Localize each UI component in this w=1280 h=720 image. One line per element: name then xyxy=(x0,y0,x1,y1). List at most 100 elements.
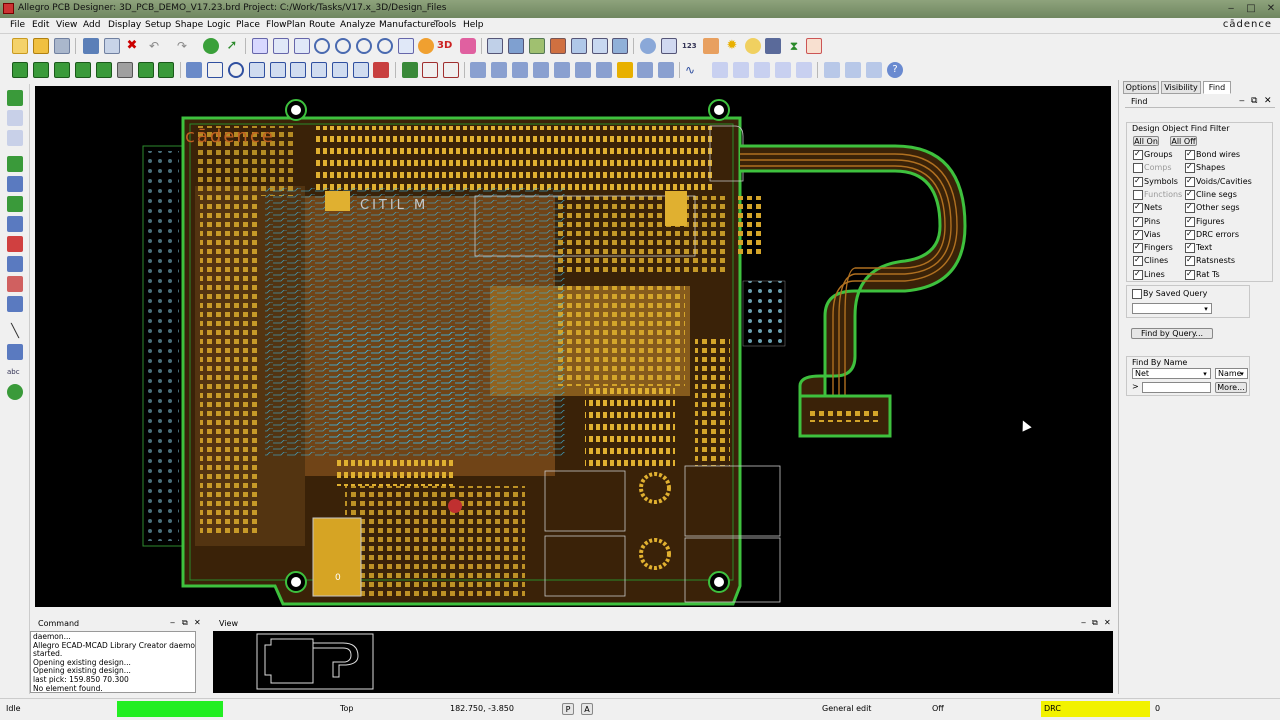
custom-smooth-icon[interactable] xyxy=(96,62,112,78)
filter-drc-errors-checkbox[interactable]: DRC errors xyxy=(1185,228,1239,240)
by-saved-query-checkbox[interactable]: By Saved Query xyxy=(1132,288,1207,299)
refresh-icon[interactable] xyxy=(418,38,434,54)
table-icon[interactable] xyxy=(592,38,608,54)
left-tool-3-icon[interactable] xyxy=(7,130,23,146)
route-icon-4[interactable] xyxy=(775,62,791,78)
window-icon-1[interactable] xyxy=(824,62,840,78)
window-icon-3[interactable] xyxy=(866,62,882,78)
filter-ratsnests-checkbox[interactable]: Ratsnests xyxy=(1185,254,1235,267)
save-icon[interactable] xyxy=(54,38,70,54)
bars-icon[interactable] xyxy=(765,38,781,54)
menu-logic[interactable]: Logic xyxy=(207,20,231,30)
left-tool-4-icon[interactable] xyxy=(7,156,23,172)
monitor-icon[interactable] xyxy=(612,38,628,54)
left-tool-15-icon[interactable] xyxy=(7,384,23,400)
hourglass-icon[interactable]: ⧗ xyxy=(786,38,802,54)
route-icon-3[interactable] xyxy=(754,62,770,78)
left-tool-7-icon[interactable] xyxy=(7,216,23,232)
command-float-icon[interactable]: ⧉ xyxy=(182,618,188,628)
shape-manual-icon[interactable] xyxy=(332,62,348,78)
cline-icon[interactable] xyxy=(138,62,154,78)
zoom-center-icon[interactable] xyxy=(398,38,414,54)
menu-help[interactable]: Help xyxy=(463,20,484,30)
shape-void-icon[interactable] xyxy=(270,62,286,78)
rect-tool-icon[interactable] xyxy=(7,344,23,360)
route-icon-1[interactable] xyxy=(712,62,728,78)
maximize-button[interactable]: □ xyxy=(1242,2,1260,16)
report-icon[interactable] xyxy=(571,38,587,54)
filter-vias-checkbox[interactable]: Vias xyxy=(1133,228,1161,240)
menu-view[interactable]: View xyxy=(56,20,77,30)
layout-icon[interactable] xyxy=(487,38,503,54)
shape-status-icon[interactable] xyxy=(373,62,389,78)
menu-add[interactable]: Add xyxy=(83,20,100,30)
left-tool-6-icon[interactable] xyxy=(7,196,23,212)
filter-pins-checkbox[interactable]: Pins xyxy=(1133,215,1160,227)
tab-visibility[interactable]: Visibility xyxy=(1161,81,1201,94)
sun-icon[interactable]: ✹ xyxy=(724,38,740,54)
flow-icon-8[interactable] xyxy=(617,62,633,78)
fanout-icon[interactable] xyxy=(158,62,174,78)
filter-text-checkbox[interactable]: Text xyxy=(1185,241,1212,254)
etch-edit-icon[interactable] xyxy=(12,62,28,78)
zoom-fit-icon[interactable] xyxy=(273,38,289,54)
brush-icon[interactable] xyxy=(703,38,719,54)
menu-place[interactable]: Place xyxy=(236,20,260,30)
left-tool-8-icon[interactable] xyxy=(7,236,23,252)
window-icon-2[interactable] xyxy=(845,62,861,78)
dimension-icon[interactable] xyxy=(422,62,438,78)
shapes-icon[interactable] xyxy=(550,38,566,54)
menu-route[interactable]: Route xyxy=(309,20,335,30)
bulb-icon[interactable] xyxy=(745,38,761,54)
redo-icon[interactable]: ↷ xyxy=(174,38,190,54)
left-tool-5-icon[interactable] xyxy=(7,176,23,192)
command-close-icon[interactable]: ✕ xyxy=(194,618,201,627)
all-off-button[interactable]: All Off xyxy=(1170,136,1197,146)
flow-icon-4[interactable] xyxy=(533,62,549,78)
shape-select-icon[interactable] xyxy=(249,62,265,78)
info-icon[interactable] xyxy=(640,38,656,54)
delete-icon[interactable]: ✖ xyxy=(124,38,140,54)
name-input[interactable] xyxy=(1142,382,1211,393)
shape-merge-icon[interactable] xyxy=(311,62,327,78)
menu-file[interactable]: File xyxy=(10,20,25,30)
absolute-button[interactable]: A xyxy=(581,703,593,715)
filter-shapes-checkbox[interactable]: Shapes xyxy=(1185,161,1225,174)
all-on-button[interactable]: All On xyxy=(1133,136,1159,146)
filter-bond-wires-checkbox[interactable]: Bond wires xyxy=(1185,148,1240,160)
layers-icon[interactable] xyxy=(529,38,545,54)
menu-tools[interactable]: Tools xyxy=(434,20,456,30)
filter-groups-checkbox[interactable]: Groups xyxy=(1133,148,1173,160)
grid-icon[interactable] xyxy=(252,38,268,54)
pushpin-icon[interactable]: ➚ xyxy=(224,38,240,54)
left-tool-10-icon[interactable] xyxy=(7,276,23,292)
left-tool-2-icon[interactable] xyxy=(7,110,23,126)
command-minimize-icon[interactable]: ‒ xyxy=(170,618,175,627)
delay-tune-icon[interactable] xyxy=(75,62,91,78)
view-close-icon[interactable]: ✕ xyxy=(1104,618,1111,627)
saved-query-select[interactable]: ▾ xyxy=(1132,303,1212,314)
close-button[interactable]: ✕ xyxy=(1262,2,1280,16)
shape-edit-icon[interactable] xyxy=(290,62,306,78)
filter-symbols-checkbox[interactable]: Symbols xyxy=(1133,175,1178,187)
flow-icon-5[interactable] xyxy=(554,62,570,78)
numbers-icon[interactable]: 123 xyxy=(682,38,698,54)
menu-shape[interactable]: Shape xyxy=(175,20,203,30)
tab-find[interactable]: Find xyxy=(1203,81,1231,94)
flow-icon-1[interactable] xyxy=(470,62,486,78)
filter-lines-checkbox[interactable]: Lines xyxy=(1133,268,1165,280)
copy-icon[interactable] xyxy=(104,38,120,54)
find-by-query-button[interactable]: Find by Query... xyxy=(1131,328,1213,339)
tab-options[interactable]: Options xyxy=(1123,81,1159,94)
pick-button[interactable]: P xyxy=(562,703,574,715)
menu-manufacture[interactable]: Manufacture xyxy=(379,20,436,30)
shape-global-icon[interactable] xyxy=(353,62,369,78)
menu-analyze[interactable]: Analyze xyxy=(340,20,375,30)
flow-icon-9[interactable] xyxy=(637,62,653,78)
flow-icon-7[interactable] xyxy=(596,62,612,78)
menu-flowplan[interactable]: FlowPlan xyxy=(266,20,306,30)
view-minimize-icon[interactable]: ‒ xyxy=(1081,618,1086,627)
design-canvas[interactable]: cādence CITIL M 0 xyxy=(35,86,1111,607)
menu-setup[interactable]: Setup xyxy=(145,20,171,30)
move-icon[interactable] xyxy=(83,38,99,54)
